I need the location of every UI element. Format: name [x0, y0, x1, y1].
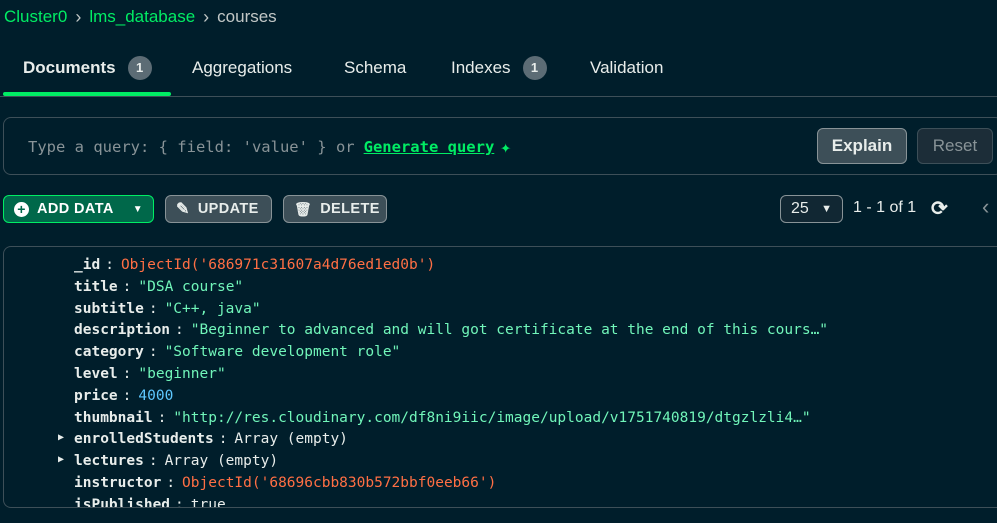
breadcrumb-database[interactable]: lms_database — [89, 7, 195, 27]
field-colon: : — [148, 453, 158, 470]
page-size-select[interactable]: 25 ▼ — [780, 195, 843, 223]
field-key: subtitle — [74, 300, 144, 317]
field-colon: : — [148, 300, 158, 317]
add-data-button[interactable]: + ADD DATA ▼ — [3, 195, 154, 223]
tab-schema[interactable]: Schema — [344, 40, 406, 95]
document-field-description[interactable]: description: "Beginner to advanced and wi… — [74, 319, 828, 341]
field-key: level — [74, 366, 118, 382]
field-key: lectures — [74, 453, 144, 470]
field-colon: : — [122, 278, 132, 295]
tab-indexes[interactable]: Indexes 1 — [451, 40, 547, 95]
field-colon: : — [157, 409, 167, 426]
tab-aggregations[interactable]: Aggregations — [192, 40, 292, 95]
field-value: "C++, java" — [164, 300, 261, 317]
document-field-ispublished[interactable]: isPublished: true — [74, 494, 226, 508]
active-tab-indicator — [3, 92, 171, 96]
field-value: ObjectId('686971c31607a4d76ed1ed0b') — [120, 257, 436, 273]
field-colon: : — [105, 257, 114, 273]
indexes-count-badge: 1 — [522, 55, 547, 80]
tab-label: Validation — [590, 57, 664, 77]
query-input[interactable]: Type a query: { field: 'value' } or Gene… — [28, 135, 511, 159]
generate-query-link[interactable]: Generate query — [364, 138, 495, 156]
add-data-label: ADD DATA — [37, 201, 114, 217]
tab-label: Schema — [344, 57, 407, 77]
document-field-instructor[interactable]: instructor: ObjectId('68696cbb830b572bbf0… — [74, 472, 496, 494]
field-colon: : — [122, 387, 132, 404]
expand-caret-icon[interactable]: ▶ — [58, 454, 64, 465]
sparkle-icon: ✦ — [500, 136, 512, 158]
query-placeholder: Type a query: { field: 'value' } or — [28, 138, 355, 156]
trash-icon: 🗑 — [294, 200, 313, 217]
caret-down-icon: ▼ — [132, 203, 143, 215]
collection-tabs: Documents 1 Aggregations Schema Indexes … — [0, 40, 997, 97]
update-label: UPDATE — [197, 201, 259, 217]
previous-page-icon[interactable]: ‹ — [982, 194, 989, 220]
field-key: title — [74, 278, 118, 295]
field-key: isPublished — [74, 496, 171, 508]
caret-down-icon: ▼ — [821, 203, 832, 215]
tab-label: Documents — [23, 57, 116, 77]
field-value: ObjectId('68696cbb830b572bbf0eeb66') — [182, 475, 497, 491]
field-colon: : — [218, 431, 228, 448]
field-value: "Software development role" — [164, 344, 401, 361]
field-key: description — [74, 322, 171, 339]
document-field-lectures[interactable]: ▶ lectures: Array (empty) — [58, 450, 279, 472]
field-key: enrolledStudents — [74, 431, 214, 448]
field-key: _id — [74, 257, 101, 273]
document-field-subtitle[interactable]: subtitle: "C++, java" — [74, 298, 261, 320]
documents-toolbar: + ADD DATA ▼ ✎ UPDATE 🗑 DELETE 25 ▼ 1 - … — [0, 194, 997, 224]
field-colon: : — [148, 344, 158, 361]
document-field-thumbnail[interactable]: thumbnail: "http://res.cloudinary.com/df8… — [74, 407, 811, 429]
page-size-value: 25 — [791, 200, 809, 217]
pagination-range: 1 - 1 of 1 — [853, 199, 917, 216]
field-value: "Beginner to advanced and will got certi… — [190, 322, 829, 339]
document-field-id[interactable]: _id: ObjectId('686971c31607a4d76ed1ed0b') — [74, 254, 435, 276]
field-value: Array (empty) — [164, 453, 279, 470]
field-key: thumbnail — [74, 409, 153, 426]
tab-label: Aggregations — [192, 57, 293, 77]
explain-button[interactable]: Explain — [817, 128, 907, 164]
field-value: 4000 — [138, 387, 174, 404]
field-value: true — [190, 496, 226, 508]
document-field-category[interactable]: category: "Software development role" — [74, 341, 400, 363]
field-colon: : — [175, 322, 184, 339]
field-colon: : — [175, 496, 184, 508]
field-key: category — [74, 344, 144, 361]
tab-validation[interactable]: Validation — [590, 40, 663, 95]
pencil-icon: ✎ — [176, 201, 190, 218]
field-colon: : — [122, 366, 132, 382]
field-value: "http://res.cloudinary.com/df8ni9iic/ima… — [173, 409, 811, 426]
plus-circle-icon: + — [14, 201, 29, 217]
delete-label: DELETE — [320, 201, 380, 217]
expand-caret-icon[interactable]: ▶ — [58, 432, 64, 443]
reset-button[interactable]: Reset — [917, 128, 993, 164]
refresh-icon[interactable]: ⟳ — [931, 196, 948, 221]
tab-label: Indexes — [451, 57, 511, 77]
breadcrumb-cluster[interactable]: Cluster0 — [4, 7, 67, 27]
chevron-right-icon: › — [75, 6, 82, 27]
document-card: _id: ObjectId('686971c31607a4d76ed1ed0b')… — [3, 246, 997, 508]
field-value: "DSA course" — [138, 278, 244, 295]
document-field-level[interactable]: level: "beginner" — [74, 363, 226, 385]
chevron-right-icon: › — [203, 6, 210, 27]
document-field-enrolledstudents[interactable]: ▶ enrolledStudents: Array (empty) — [58, 428, 348, 450]
query-bar: Type a query: { field: 'value' } or Gene… — [3, 117, 997, 175]
field-key: instructor — [74, 475, 162, 491]
field-colon: : — [166, 475, 176, 491]
update-button[interactable]: ✎ UPDATE — [165, 195, 272, 223]
breadcrumb-collection: courses — [217, 7, 277, 26]
field-key: price — [74, 387, 118, 404]
breadcrumb: Cluster0 › lms_database › courses — [4, 5, 277, 29]
tab-documents[interactable]: Documents 1 — [23, 40, 152, 95]
document-field-price[interactable]: price:4000 — [74, 385, 173, 407]
delete-button[interactable]: 🗑 DELETE — [283, 195, 387, 223]
document-field-title[interactable]: title: "DSA course" — [74, 276, 243, 298]
field-value: "beginner" — [138, 366, 226, 382]
documents-count-badge: 1 — [127, 55, 152, 80]
field-value: Array (empty) — [234, 431, 348, 448]
